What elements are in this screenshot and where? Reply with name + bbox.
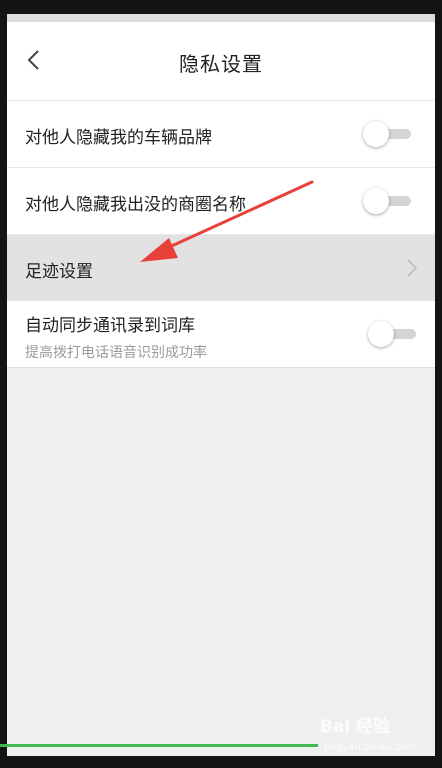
setting-label: 足迹设置 <box>25 262 93 282</box>
baidu-jingyan-watermark: Bai 经验 jingyan.baidu.com <box>320 712 438 762</box>
hide-business-area-toggle[interactable] <box>363 188 413 214</box>
status-bar <box>7 14 435 22</box>
setting-row-footprint[interactable]: 足迹设置 <box>7 235 435 302</box>
setting-sublabel: 提高拨打电话语音识别成功率 <box>25 345 207 361</box>
toggle-knob <box>363 188 389 214</box>
watermark-url: jingyan.baidu.com <box>324 742 417 753</box>
top-navigation-bar: 隐私设置 <box>7 22 435 101</box>
video-progress-bar <box>0 744 318 747</box>
setting-row-sync-contacts[interactable]: 自动同步通讯录到词库 提高拨打电话语音识别成功率 <box>7 301 435 368</box>
chevron-right-icon <box>407 259 418 277</box>
watermark-logo-text: Bai 经验 <box>320 717 391 737</box>
setting-row-hide-business-area[interactable]: 对他人隐藏我出没的商圈名称 <box>7 168 435 235</box>
toggle-knob <box>363 121 389 147</box>
page-title: 隐私设置 <box>179 52 263 76</box>
setting-label: 自动同步通讯录到词库 <box>25 316 195 336</box>
setting-label: 对他人隐藏我出没的商圈名称 <box>25 195 246 215</box>
hide-brand-toggle[interactable] <box>363 121 413 147</box>
setting-row-hide-brand[interactable]: 对他人隐藏我的车辆品牌 <box>7 101 435 168</box>
setting-label: 对他人隐藏我的车辆品牌 <box>25 128 212 148</box>
screen-frame: 隐私设置 对他人隐藏我的车辆品牌 对他人隐藏我出没的商圈名称 足迹设置 自动同步… <box>0 0 442 768</box>
toggle-knob <box>368 321 394 347</box>
sync-contacts-toggle[interactable] <box>368 321 418 347</box>
privacy-settings-screen: 隐私设置 对他人隐藏我的车辆品牌 对他人隐藏我出没的商圈名称 足迹设置 自动同步… <box>7 14 435 756</box>
